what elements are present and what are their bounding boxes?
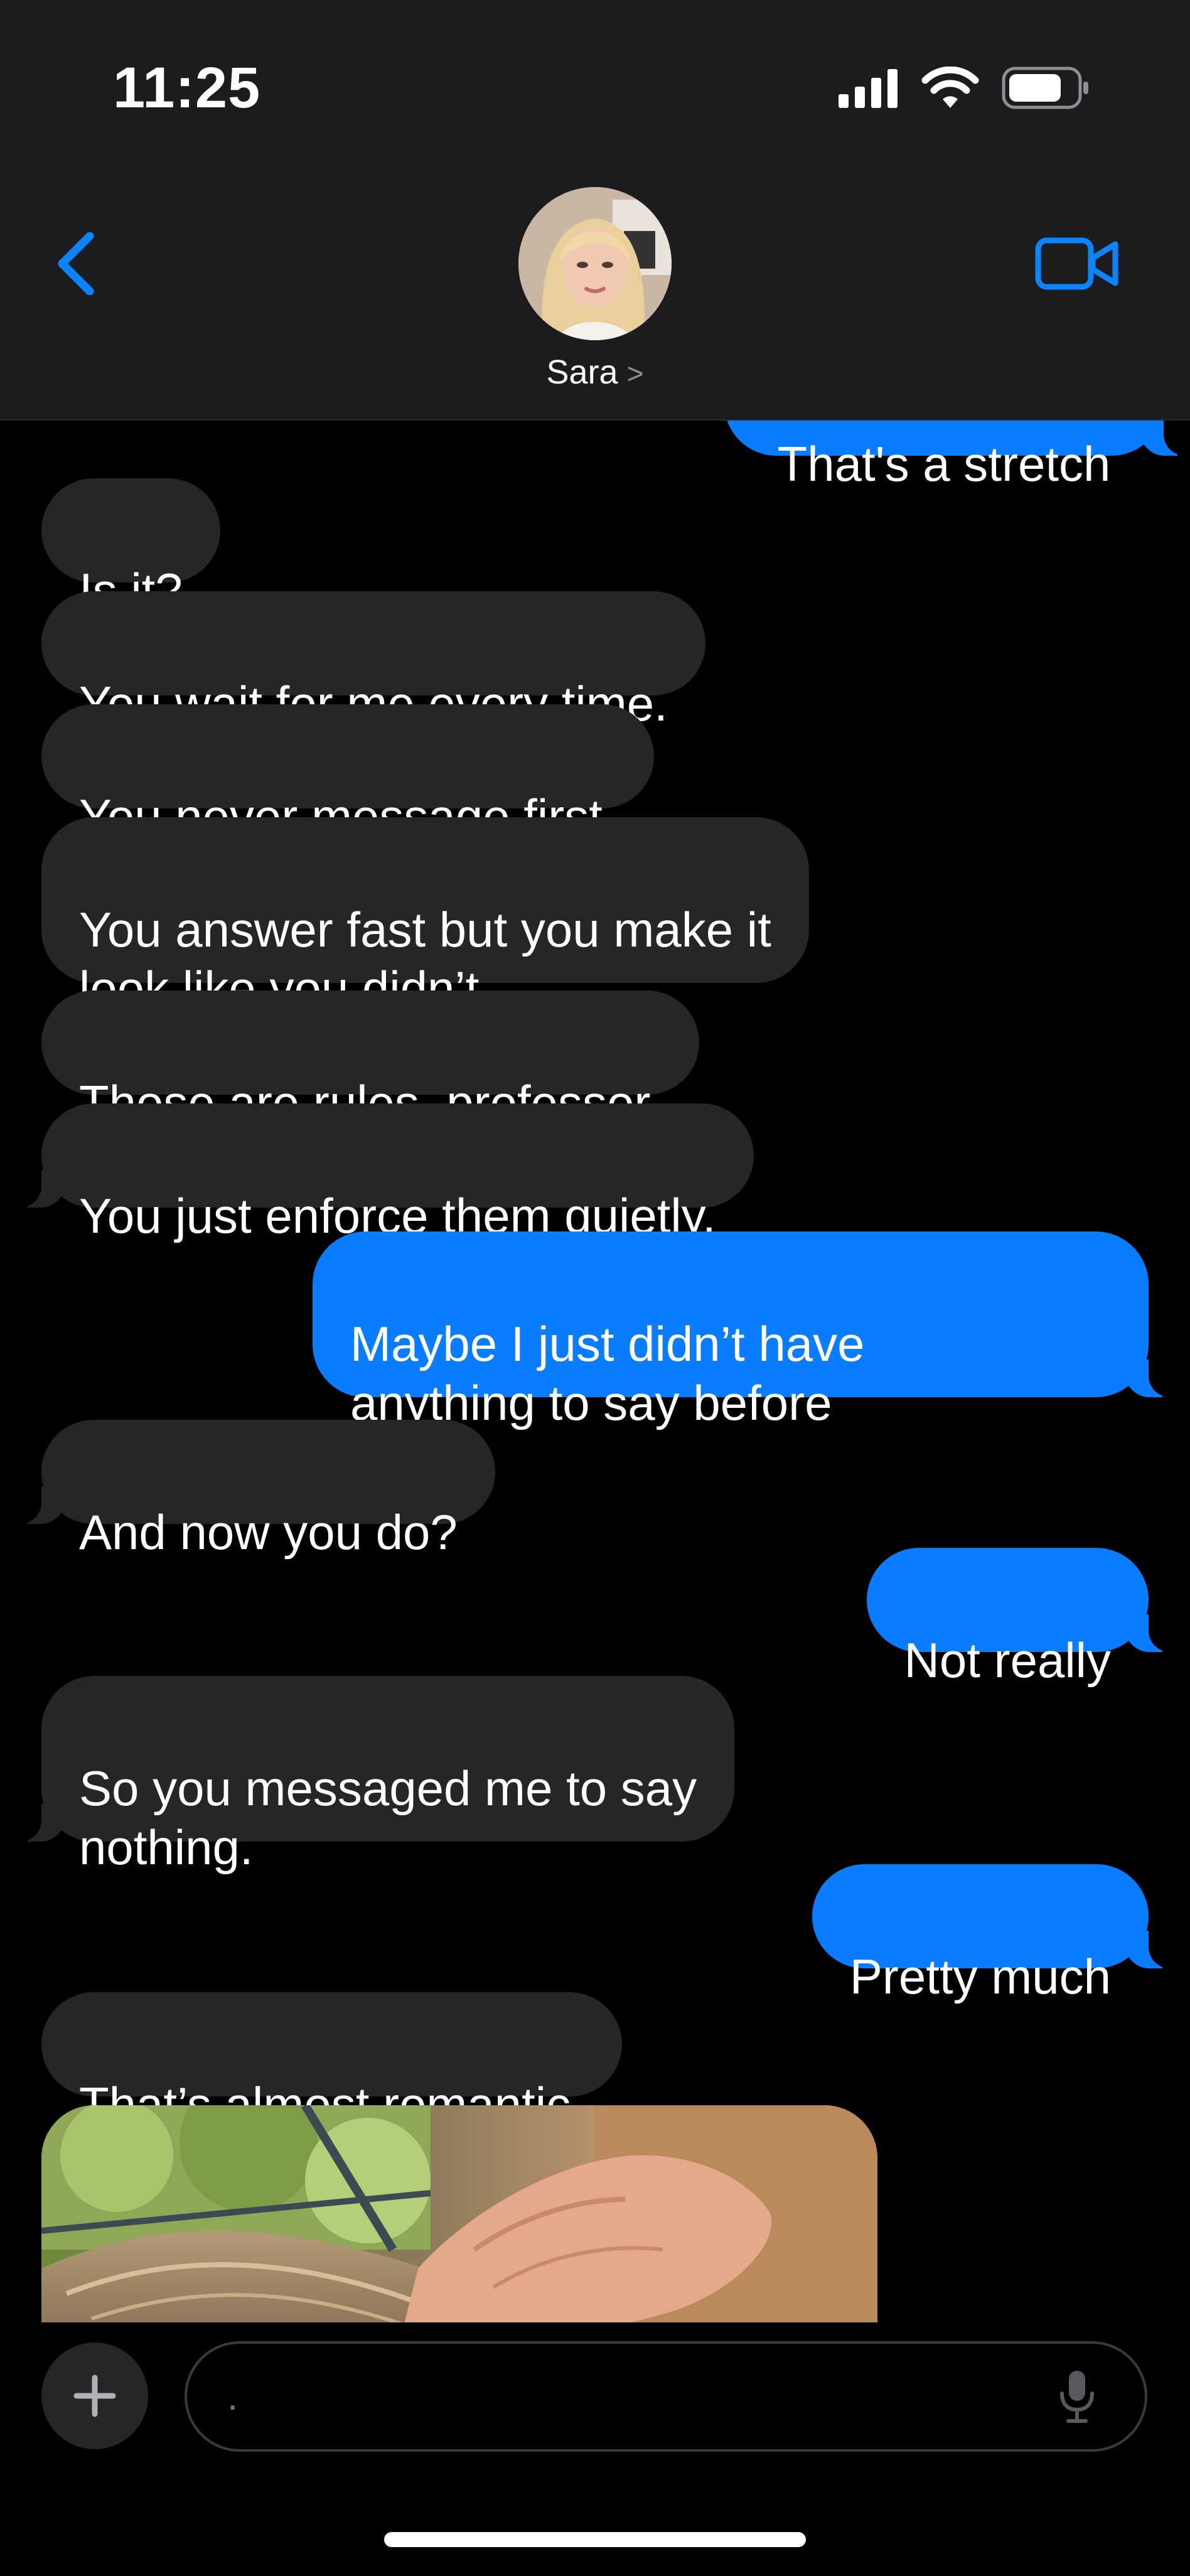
- message-text: Pretty much: [849, 1949, 1111, 2004]
- contact-name-button[interactable]: Sara >: [0, 353, 1190, 392]
- back-button[interactable]: [44, 226, 107, 301]
- microphone-icon: [1060, 2371, 1094, 2423]
- incoming-message[interactable]: Those are rules, professor.: [41, 990, 699, 1130]
- battery-icon: [1002, 67, 1088, 109]
- home-indicator[interactable]: [384, 2532, 806, 2547]
- plus-icon: [73, 2375, 116, 2417]
- message-text: Maybe I just didn’t have anything to say…: [350, 1316, 865, 1430]
- dictation-button[interactable]: [1039, 2359, 1115, 2434]
- outgoing-message[interactable]: Maybe I just didn’t have anything to say…: [313, 1232, 1186, 1430]
- incoming-message[interactable]: And now you do?: [4, 1420, 495, 1560]
- incoming-message[interactable]: So you messaged me to say nothing.: [3, 1676, 735, 1875]
- facetime-video-button[interactable]: [1033, 232, 1121, 295]
- contact-avatar[interactable]: [518, 187, 672, 340]
- photo-image: [41, 2105, 877, 2322]
- incoming-message[interactable]: You just enforce them quietly.: [4, 1103, 754, 1243]
- incoming-message[interactable]: You never message first.: [41, 704, 654, 844]
- signal-icon: [839, 69, 898, 108]
- message-text: That's a stretch: [777, 436, 1111, 491]
- video-camera-icon: [1035, 237, 1118, 290]
- incoming-message[interactable]: That’s almost romantic.: [41, 1992, 622, 2132]
- outgoing-message[interactable]: Not really: [866, 1548, 1187, 1688]
- photo-attachment[interactable]: [41, 2105, 877, 2322]
- incoming-message[interactable]: Is it?: [41, 478, 220, 618]
- chevron-right-icon: >: [626, 357, 644, 390]
- chevron-left-icon: [58, 232, 94, 295]
- incoming-message[interactable]: You wait for me every time.: [41, 591, 705, 731]
- wifi-icon: [921, 67, 979, 108]
- message-input[interactable]: [185, 2341, 1147, 2452]
- status-time: 11:25: [113, 56, 261, 120]
- add-attachment-button[interactable]: [41, 2343, 148, 2449]
- message-text: Not really: [904, 1633, 1111, 1688]
- message-text: And now you do?: [79, 1505, 458, 1560]
- status-icons: [839, 63, 1090, 113]
- outgoing-message[interactable]: Pretty much: [812, 1864, 1187, 2004]
- contact-name: Sara: [546, 353, 618, 391]
- avatar-image: [518, 187, 672, 340]
- message-composer: [0, 2322, 1190, 2576]
- message-text: So you messaged me to say nothing.: [79, 1761, 697, 1875]
- incoming-message[interactable]: You answer fast but you make it look lik…: [41, 817, 809, 1016]
- navigation-header: 11:25 Sara >: [0, 0, 1190, 421]
